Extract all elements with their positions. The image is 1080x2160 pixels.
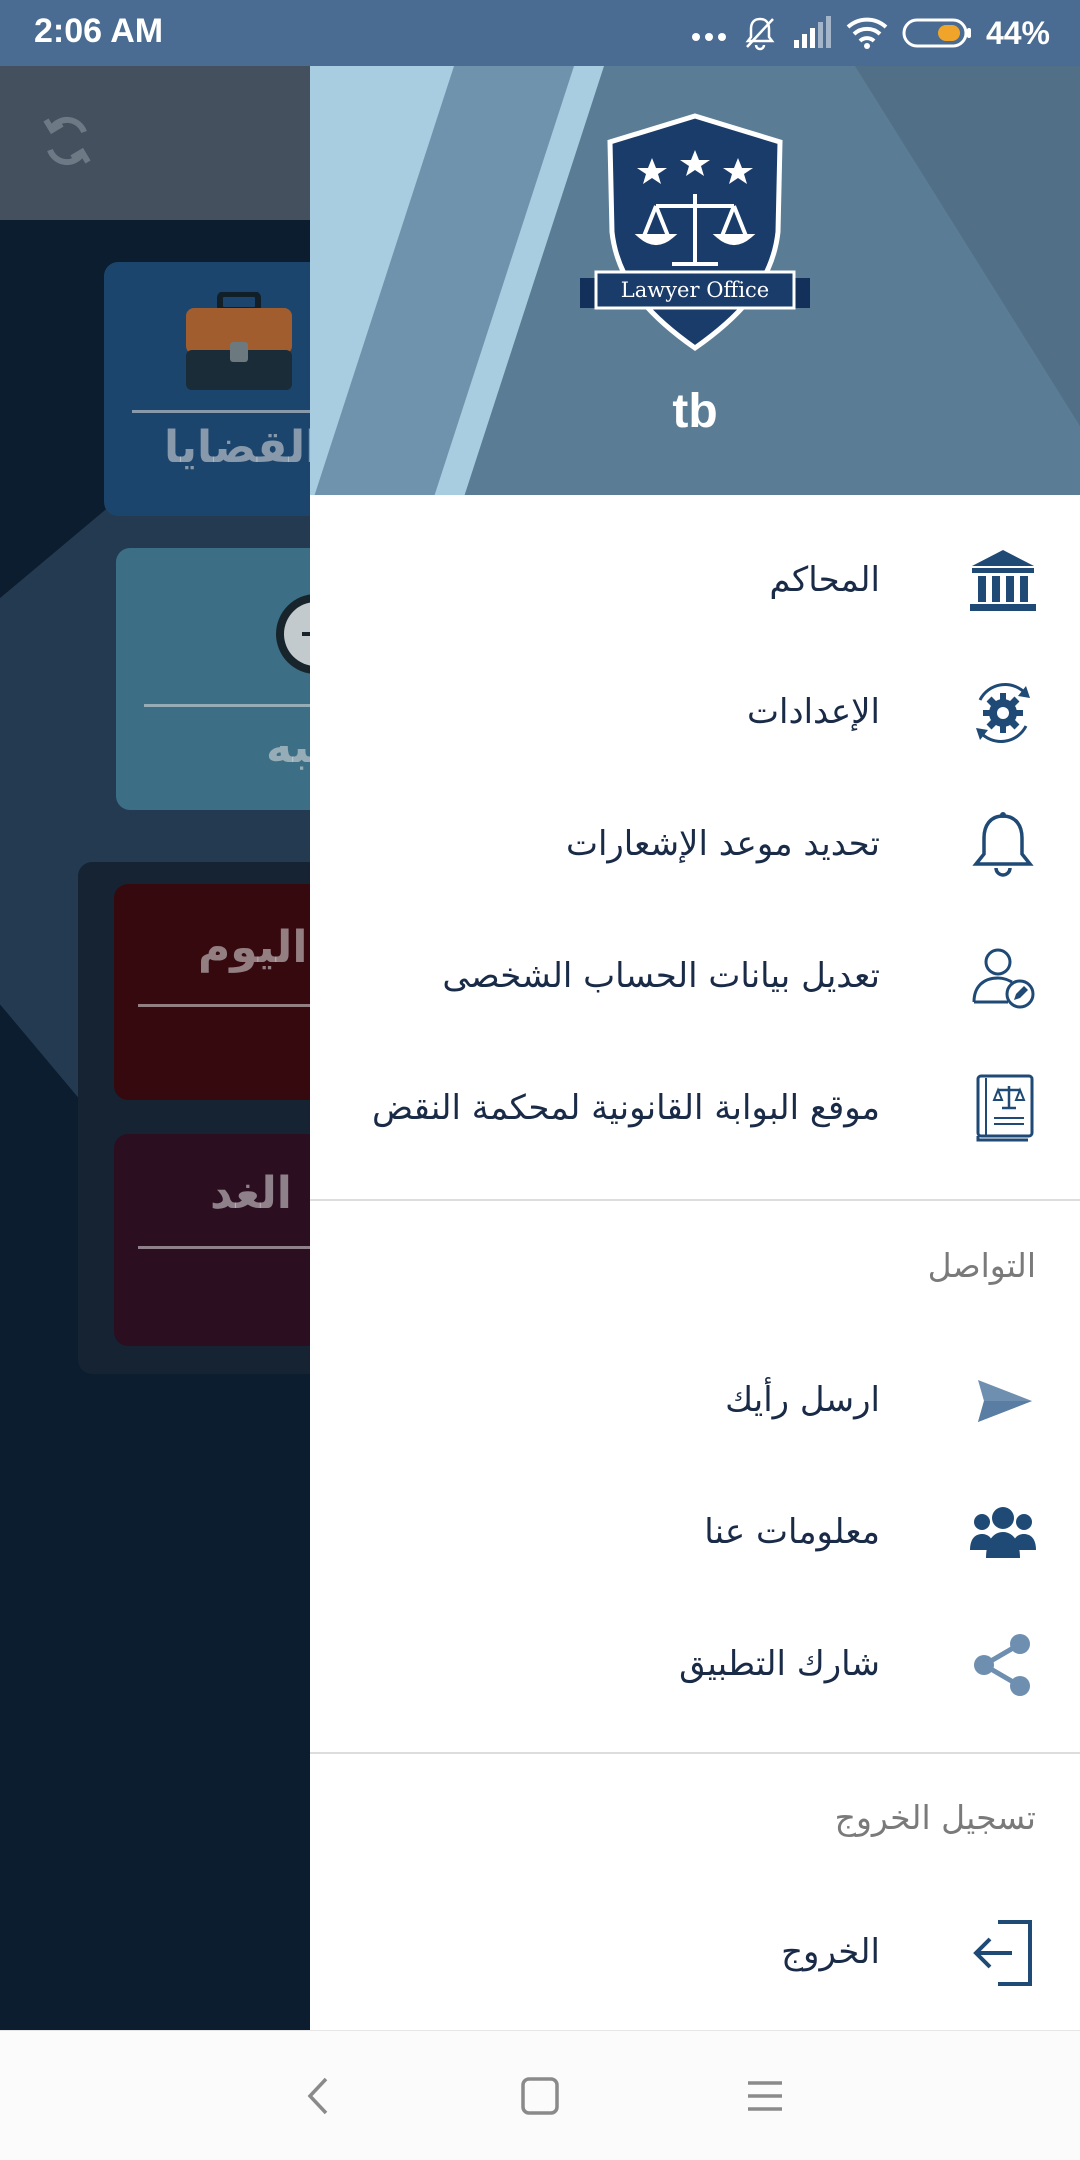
- menu-item-label: شارك التطبيق: [679, 1644, 880, 1684]
- drawer-divider: [310, 1199, 1080, 1201]
- menu-item-label: المحاكم: [769, 560, 880, 600]
- battery-icon: [902, 18, 971, 48]
- menu-item-label: معلومات عنا: [704, 1512, 880, 1552]
- system-nav-bar: [0, 2030, 1080, 2160]
- menu-item-label: ارسل رأيك: [725, 1380, 880, 1420]
- more-dots-icon: [691, 33, 726, 41]
- logo-text: Lawyer Office: [621, 278, 770, 302]
- menu-item-label: الخروج: [781, 1932, 880, 1972]
- bell-icon: [972, 812, 1034, 877]
- menu-item-feedback[interactable]: ارسل رأيك: [310, 1334, 1080, 1466]
- status-bar: 2:06 AM 44%: [0, 0, 1080, 66]
- status-time: 2:06 AM: [34, 12, 164, 50]
- home-icon[interactable]: [513, 2069, 567, 2123]
- courthouse-icon: [970, 550, 1036, 611]
- menu-item-logout[interactable]: الخروج: [310, 1886, 1080, 2018]
- send-icon: [978, 1380, 1032, 1422]
- menu-item-label: تحديد موعد الإشعارات: [565, 824, 880, 864]
- status-icons: 44%: [690, 10, 1050, 56]
- share-icon: [974, 1634, 1030, 1696]
- menu-item-edit-profile[interactable]: تعديل بيانات الحساب الشخصى: [310, 910, 1080, 1042]
- edit-profile-icon: [972, 948, 1035, 1009]
- drawer-username: tb: [672, 385, 718, 438]
- lawyer-office-logo: Lawyer Office: [580, 113, 810, 352]
- signal-icon: [793, 16, 831, 48]
- menu-item-label: تعديل بيانات الحساب الشخصى: [442, 956, 880, 996]
- menu-icon[interactable]: [738, 2069, 792, 2123]
- menu-item-notification-time[interactable]: تحديد موعد الإشعارات: [310, 778, 1080, 910]
- law-book-icon: [976, 1074, 1034, 1142]
- drawer-divider: [310, 1752, 1080, 1754]
- menu-item-share-app[interactable]: شارك التطبيق: [310, 1598, 1080, 1730]
- menu-item-courts[interactable]: المحاكم: [310, 514, 1080, 646]
- muted-bell-icon: [745, 17, 775, 51]
- menu-item-legal-portal[interactable]: موقع البوابة القانونية لمحكمة النقض: [310, 1042, 1080, 1174]
- menu-item-about-us[interactable]: معلومات عنا: [310, 1466, 1080, 1598]
- wifi-icon: [846, 17, 888, 49]
- settings-gear-icon: [976, 683, 1030, 743]
- menu-item-label: موقع البوابة القانونية لمحكمة النقض: [371, 1088, 880, 1128]
- section-communication: التواصل: [927, 1246, 1036, 1285]
- section-logout: تسجيل الخروج: [834, 1798, 1036, 1837]
- menu-item-settings[interactable]: الإعدادات: [310, 646, 1080, 778]
- navigation-drawer: Lawyer Office tb المحاكم الإعدادات تحديد…: [310, 66, 1080, 2030]
- battery-percent: 44%: [985, 14, 1050, 51]
- menu-item-label: الإعدادات: [746, 692, 880, 732]
- group-icon: [970, 1507, 1036, 1558]
- back-icon[interactable]: [292, 2069, 346, 2123]
- drawer-header: Lawyer Office tb: [310, 66, 1080, 495]
- logout-icon: [973, 1920, 1032, 1986]
